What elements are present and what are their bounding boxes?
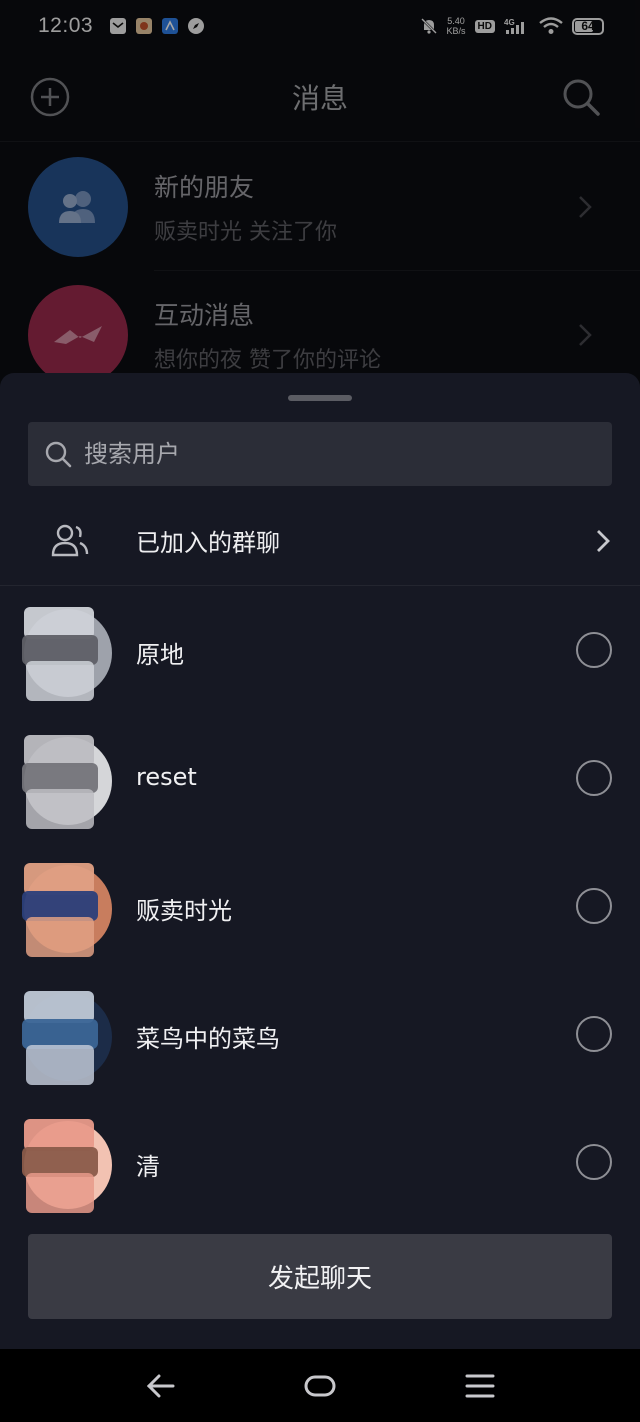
avatar	[22, 1119, 112, 1213]
home-icon[interactable]	[304, 1371, 336, 1401]
search-user-input[interactable]	[84, 440, 564, 468]
contact-row[interactable]: 贩卖时光	[0, 843, 640, 971]
select-radio[interactable]	[576, 888, 612, 924]
contact-name: 贩卖时光	[136, 897, 232, 925]
new-chat-sheet: 已加入的群聊 原地 reset 贩卖时光菜鸟中的菜鸟清 发起聊天	[0, 373, 640, 1349]
contact-name: 清	[136, 1153, 160, 1181]
joined-groups-label: 已加入的群聊	[136, 529, 280, 557]
navigation-bar	[0, 1349, 640, 1422]
avatar	[22, 735, 112, 829]
chevron-right-icon	[597, 530, 610, 552]
select-radio[interactable]	[576, 760, 612, 796]
avatar	[22, 607, 112, 701]
joined-groups-row[interactable]: 已加入的群聊	[0, 496, 640, 586]
back-icon[interactable]	[145, 1371, 177, 1401]
contact-row[interactable]: 清	[0, 1099, 640, 1227]
select-radio[interactable]	[576, 1016, 612, 1052]
group-users-icon	[51, 524, 89, 556]
start-chat-button[interactable]: 发起聊天	[28, 1234, 612, 1319]
drag-handle[interactable]	[288, 395, 352, 401]
search-icon	[45, 441, 72, 468]
contact-row[interactable]: 原地	[0, 587, 640, 715]
contact-row[interactable]: 菜鸟中的菜鸟	[0, 971, 640, 1099]
contact-name: 原地	[136, 641, 184, 669]
avatar	[22, 863, 112, 957]
contact-row[interactable]: reset	[0, 715, 640, 843]
select-radio[interactable]	[576, 1144, 612, 1180]
select-radio[interactable]	[576, 632, 612, 668]
search-box[interactable]	[28, 422, 612, 486]
contact-name: 菜鸟中的菜鸟	[136, 1025, 280, 1053]
menu-icon[interactable]	[464, 1371, 496, 1401]
avatar	[22, 991, 112, 1085]
contact-name: reset	[136, 763, 197, 791]
